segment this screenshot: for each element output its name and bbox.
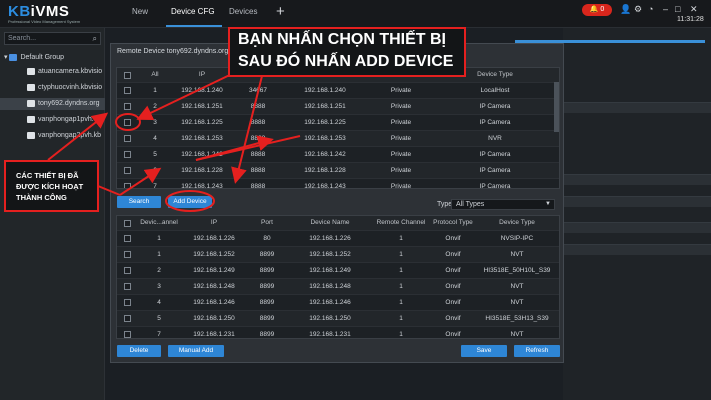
instruction-line-2: SAU ĐÓ NHẤN ADD DEVICE [238, 53, 454, 70]
instruction-line-1: BẠN NHẤN CHỌN THIẾT BỊ [238, 31, 446, 48]
activated-devices-callout: CÁC THIẾT BỊ ĐÃ ĐƯỢC KÍCH HOẠT THÀNH CÔN… [4, 160, 99, 212]
callout-line-3: THÀNH CÔNG [16, 193, 67, 202]
instruction-callout: BẠN NHẤN CHỌN THIẾT BỊ SAU ĐÓ NHẤN ADD D… [228, 27, 466, 77]
callout-line-2: ĐƯỢC KÍCH HOẠT [16, 182, 84, 191]
callout-line-1: CÁC THIẾT BỊ ĐÃ [16, 171, 79, 180]
